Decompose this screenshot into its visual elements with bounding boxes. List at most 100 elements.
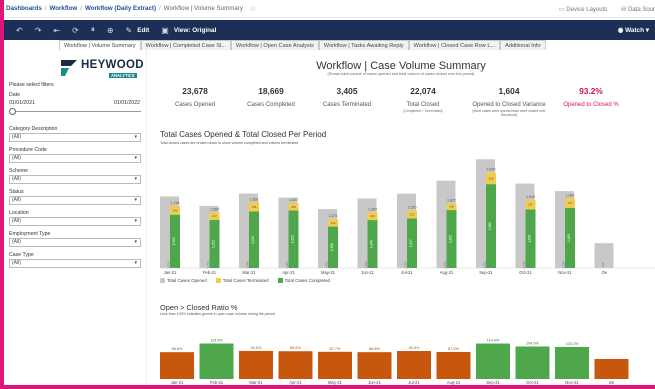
ratio-bar[interactable] bbox=[239, 350, 273, 379]
share-icon[interactable]: ⊕ bbox=[107, 26, 114, 35]
filter-dropdown[interactable]: (All) ▾ bbox=[9, 154, 141, 163]
tab-0[interactable]: Workflow | Volume Summary bbox=[59, 40, 141, 50]
bar-completed-label: 1,651 bbox=[528, 234, 532, 242]
bar-opened-label: 2,378 bbox=[522, 261, 526, 269]
view-icon: ▣ bbox=[161, 25, 169, 35]
data-source-button[interactable]: ⛁ Data Sour bbox=[621, 6, 655, 13]
chart1-legend: Total Cases Opened Total Cases Terminate… bbox=[160, 278, 330, 284]
total-closed-label: 1,822 bbox=[447, 198, 456, 202]
breadcrumb-current: Workflow | Volume Summary bbox=[163, 5, 243, 12]
breadcrumb-workflow[interactable]: Workflow bbox=[50, 5, 78, 12]
revert-icon[interactable]: ⇤ bbox=[53, 26, 60, 35]
view-original-button[interactable]: View: Original bbox=[174, 27, 217, 34]
ratio-value-label: 90.5% bbox=[251, 346, 262, 350]
x-tick-label: Feb-21 bbox=[210, 380, 224, 385]
page-subtitle: (Shows total volume of cases opened and … bbox=[327, 72, 475, 76]
x-tick-label: Jun-21 bbox=[361, 270, 374, 275]
filter-dropdown[interactable]: (All) ▾ bbox=[9, 196, 141, 205]
ratio-value-label: 103.3% bbox=[566, 342, 580, 346]
ratio-bar[interactable] bbox=[318, 351, 352, 379]
ratio-bar[interactable] bbox=[397, 351, 431, 379]
filter-label: Case Type bbox=[9, 252, 34, 258]
tab-5[interactable]: Additional Info bbox=[500, 40, 546, 50]
total-closed-label: 1,918 bbox=[526, 195, 535, 199]
heywood-logo: HEYWOOD ANALYTICS bbox=[59, 56, 143, 86]
edit-button[interactable]: Edit bbox=[137, 27, 149, 34]
kpi-label: Total Closed bbox=[406, 102, 440, 108]
bar-terminated-label: 267 bbox=[528, 203, 533, 207]
kpi-value: 3,405 bbox=[336, 86, 358, 96]
ratio-bar[interactable] bbox=[199, 343, 234, 379]
x-tick-label: Aug-21 bbox=[440, 270, 454, 275]
x-tick-label: Apr-21 bbox=[289, 380, 302, 385]
total-closed-label: 1,569 bbox=[210, 207, 219, 211]
data-source-label: Data Sour bbox=[627, 6, 655, 13]
x-tick-label: Oct-21 bbox=[526, 380, 539, 385]
bar-terminated-label: 223 bbox=[410, 212, 415, 216]
kpi-label: Opened to Closed Variance bbox=[472, 102, 546, 108]
kpi-value: 1,604 bbox=[498, 86, 520, 96]
total-closed-label: 1,827 bbox=[289, 198, 298, 202]
ratio-value-label: 87.2% bbox=[448, 347, 459, 351]
bar-completed-label: 1,594 bbox=[251, 235, 255, 243]
ratio-bar[interactable] bbox=[594, 359, 629, 379]
ratio-bar[interactable] bbox=[436, 351, 471, 379]
ratio-bar[interactable] bbox=[515, 346, 550, 379]
cases-per-period-chart: 2,016 1,502 246 1,748 Jan-21 1,751 1,352 217 1,5… bbox=[160, 159, 655, 275]
edit-icon[interactable]: ✎ bbox=[126, 26, 133, 35]
device-layouts-button[interactable]: ▭ Device Layouts bbox=[559, 6, 607, 13]
kpi-value: 22,074 bbox=[410, 86, 436, 96]
ratio-value-label: 114.5% bbox=[210, 339, 223, 343]
bar-terminated-label: 328 bbox=[489, 176, 494, 180]
x-tick-label: Jan-21 bbox=[171, 380, 184, 385]
bar-completed-label: 1,166 bbox=[330, 243, 334, 251]
ratio-bar[interactable] bbox=[278, 351, 313, 379]
filter-label: Scheme bbox=[9, 168, 29, 174]
filters-header: Please select filters bbox=[9, 82, 54, 88]
kpi-value: 23,678 bbox=[182, 86, 208, 96]
tab-3[interactable]: Workflow | Tasks Awaiting Reply bbox=[318, 40, 409, 50]
chart1-title: Total Cases Opened & Total Closed Per Pe… bbox=[160, 130, 327, 139]
ratio-bar[interactable] bbox=[476, 343, 510, 379]
breadcrumb-workflow-daily[interactable]: Workflow (Daily Extract) bbox=[85, 5, 156, 12]
bar-terminated-label: 217 bbox=[212, 214, 217, 218]
kpi-label: Cases Completed bbox=[247, 102, 295, 108]
date-label: Date bbox=[9, 92, 20, 98]
filter-dropdown[interactable]: (All) ▾ bbox=[9, 259, 141, 268]
ratio-bar[interactable] bbox=[357, 352, 392, 379]
ratio-bar[interactable] bbox=[160, 352, 194, 379]
breadcrumb-separator: / bbox=[80, 5, 82, 12]
undo-icon[interactable]: ↶ bbox=[16, 26, 23, 35]
redo-icon[interactable]: ↷ bbox=[35, 26, 42, 35]
filter-label: Location bbox=[9, 210, 29, 216]
kpi-card: 23,678 Cases Opened bbox=[156, 86, 234, 109]
bar-terminated-label: 190 bbox=[449, 205, 454, 209]
ratio-bar[interactable] bbox=[555, 346, 589, 379]
pause-icon[interactable]: ⏸ bbox=[91, 25, 95, 35]
watch-button[interactable]: ◉ Watch ▾ bbox=[618, 26, 649, 34]
favorite-star-icon[interactable]: ☆ bbox=[249, 4, 256, 13]
tab-2[interactable]: Workflow | Open Case Analysis bbox=[230, 40, 319, 50]
date-slider-handle[interactable] bbox=[9, 108, 16, 115]
filter-sidebar: HEYWOOD ANALYTICS Please select filters … bbox=[4, 50, 147, 385]
filter-value: (All) bbox=[12, 155, 21, 161]
kpi-card: 18,669 Cases Completed bbox=[232, 86, 310, 109]
kpi-card: 93.2% Opened to Closed % bbox=[552, 86, 630, 109]
bar-completed-label: 2,362 bbox=[488, 222, 492, 230]
filter-value: (All) bbox=[12, 134, 21, 140]
bar-completed-label: 1,397 bbox=[409, 239, 413, 247]
top-right-actions: ▭ Device Layouts ⛁ Data Sour bbox=[559, 0, 655, 18]
tab-1[interactable]: Workflow | Completed Case Sl... bbox=[140, 40, 231, 50]
kpi-label: Cases Terminated bbox=[322, 102, 372, 108]
filter-dropdown[interactable]: (All) ▾ bbox=[9, 133, 141, 142]
filter-dropdown[interactable]: (All) ▾ bbox=[9, 238, 141, 247]
tab-4[interactable]: Workflow | Closed Case Row L... bbox=[408, 40, 501, 50]
breadcrumb-dashboards[interactable]: Dashboards bbox=[6, 5, 42, 12]
x-tick-label: Jul-21 bbox=[408, 380, 420, 385]
refresh-icon[interactable]: ⟳ bbox=[72, 26, 79, 35]
filter-dropdown[interactable]: (All) ▾ bbox=[9, 175, 141, 184]
bar-opened-label: 1,751 bbox=[206, 261, 210, 269]
date-slider[interactable] bbox=[9, 108, 141, 115]
filter-dropdown[interactable]: (All) ▾ bbox=[9, 217, 141, 226]
filter-value: (All) bbox=[12, 218, 21, 224]
